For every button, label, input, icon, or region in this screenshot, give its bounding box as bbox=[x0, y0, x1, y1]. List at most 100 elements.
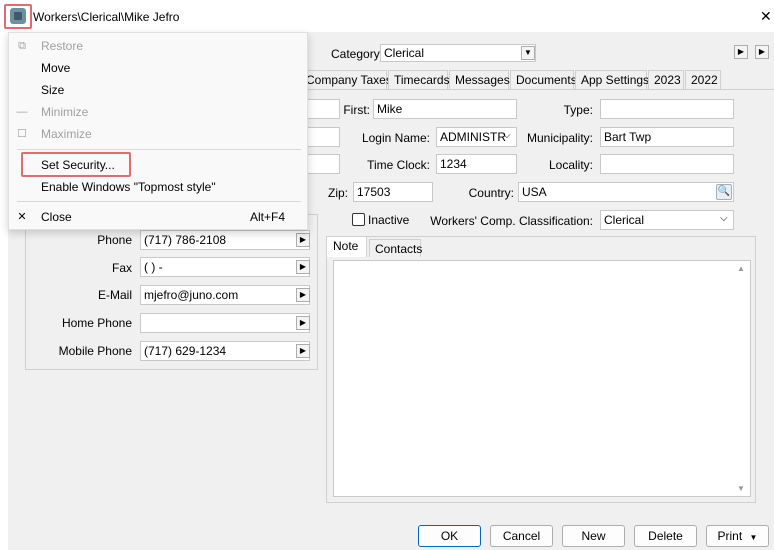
menu-close-shortcut: Alt+F4 bbox=[249, 210, 285, 224]
phone-value: (717) 786-2108 bbox=[144, 233, 227, 247]
email-action-icon[interactable]: ▶ bbox=[296, 288, 310, 302]
municipality-label: Municipality: bbox=[526, 131, 593, 145]
locality-field[interactable] bbox=[600, 154, 734, 174]
first-label: First: bbox=[343, 103, 370, 117]
category-dropdown-icon[interactable]: ▼ bbox=[521, 46, 535, 60]
menu-restore-label: Restore bbox=[41, 39, 84, 53]
menu-topmost[interactable]: Enable Windows "Topmost style" bbox=[9, 177, 309, 197]
homephone-field[interactable] bbox=[140, 313, 310, 333]
print-dropdown-icon: ▼ bbox=[749, 533, 758, 542]
menu-move[interactable]: Move bbox=[9, 58, 309, 78]
email-value: mjefro@juno.com bbox=[144, 288, 239, 302]
type-field[interactable] bbox=[600, 99, 734, 119]
menu-restore[interactable]: ⧉ Restore bbox=[9, 36, 309, 56]
homephone-label: Home Phone bbox=[61, 316, 132, 330]
tab-app-settings[interactable]: App Settings bbox=[575, 70, 649, 90]
print-button[interactable]: Print ▼ bbox=[706, 525, 769, 547]
timeclock-value: 1234 bbox=[440, 157, 467, 171]
mobile-value: (717) 629-1234 bbox=[144, 344, 227, 358]
tab-company-taxes[interactable]: Company Taxes bbox=[300, 70, 392, 90]
inactive-label: Inactive bbox=[368, 213, 410, 227]
close-icon: ✕ bbox=[17, 211, 27, 223]
tab-contacts-label: Contacts bbox=[375, 242, 423, 256]
print-label: Print bbox=[717, 529, 743, 543]
ok-button[interactable]: OK bbox=[418, 525, 481, 547]
minimize-icon: — bbox=[16, 106, 28, 118]
restore-icon: ⧉ bbox=[18, 40, 26, 52]
tab-note[interactable]: Note bbox=[327, 237, 367, 257]
menu-maximize-label: Maximize bbox=[41, 127, 92, 141]
locality-label: Locality: bbox=[548, 158, 593, 172]
scroll-down-icon[interactable]: ▼ bbox=[737, 484, 745, 493]
comp-dropdown-icon[interactable]: ⌵ bbox=[720, 213, 728, 224]
window-close-button[interactable]: ✕ bbox=[760, 8, 772, 25]
fax-field[interactable]: ( ) - bbox=[140, 257, 310, 277]
cancel-button[interactable]: Cancel bbox=[490, 525, 553, 547]
first-value: Mike bbox=[377, 102, 403, 116]
menu-size-label: Size bbox=[41, 83, 65, 97]
country-value: USA bbox=[522, 185, 547, 199]
fax-action-icon[interactable]: ▶ bbox=[296, 260, 310, 274]
zip-value: 17503 bbox=[357, 185, 391, 199]
tab-contacts[interactable]: Contacts bbox=[369, 239, 423, 257]
zip-label: Zip: bbox=[327, 186, 348, 200]
fax-value: ( ) - bbox=[144, 260, 163, 274]
scroll-up-icon[interactable]: ▲ bbox=[737, 264, 745, 273]
menu-close[interactable]: ✕ Close Alt+F4 bbox=[9, 207, 309, 227]
timeclock-field[interactable]: 1234 bbox=[436, 154, 517, 174]
tab-documents[interactable]: Documents bbox=[510, 70, 577, 90]
country-field[interactable]: USA bbox=[518, 182, 734, 202]
tab-note-label: Note bbox=[333, 239, 359, 253]
menu-separator bbox=[17, 149, 301, 150]
delete-button[interactable]: Delete bbox=[634, 525, 697, 547]
first-field[interactable]: Mike bbox=[373, 99, 517, 119]
comp-select[interactable]: Clerical bbox=[600, 210, 734, 230]
tab-messages[interactable]: Messages bbox=[449, 70, 510, 90]
menu-move-label: Move bbox=[41, 61, 71, 75]
email-field[interactable]: mjefro@juno.com bbox=[140, 285, 310, 305]
app-icon-highlight bbox=[4, 4, 32, 29]
category-label: Category: bbox=[331, 47, 384, 61]
last-record-icon[interactable]: ▶ bbox=[755, 45, 769, 59]
comp-value: Clerical bbox=[604, 213, 645, 227]
window-title: Workers\Clerical\Mike Jefro bbox=[33, 10, 180, 24]
menu-size[interactable]: Size bbox=[9, 80, 309, 100]
tab-strip: Company Taxes Timecards Messages Documen… bbox=[300, 70, 770, 90]
phone-action-icon[interactable]: ▶ bbox=[296, 233, 310, 247]
login-value: ADMINISTR bbox=[440, 130, 506, 144]
municipality-value: Bart Twp bbox=[604, 130, 652, 144]
comp-label: Workers' Comp. Classification: bbox=[430, 214, 593, 228]
note-textarea[interactable] bbox=[333, 260, 751, 497]
inactive-checkbox[interactable] bbox=[352, 213, 365, 226]
set-security-highlight bbox=[21, 152, 131, 177]
system-menu: ⧉ Restore Move Size — Minimize ☐ Maximiz… bbox=[8, 32, 308, 230]
tab-2022[interactable]: 2022 bbox=[685, 70, 721, 90]
phone-label: Phone bbox=[97, 233, 132, 247]
menu-minimize-label: Minimize bbox=[41, 105, 89, 119]
zip-field[interactable]: 17503 bbox=[353, 182, 433, 202]
category-value: Clerical bbox=[384, 46, 425, 60]
maximize-icon: ☐ bbox=[17, 128, 27, 140]
category-select[interactable]: Clerical bbox=[380, 44, 536, 62]
next-record-icon[interactable]: ▶ bbox=[734, 45, 748, 59]
tab-2023[interactable]: 2023 bbox=[648, 70, 684, 90]
mobile-label: Mobile Phone bbox=[58, 344, 132, 358]
menu-minimize[interactable]: — Minimize bbox=[9, 102, 309, 122]
login-label: Login Name: bbox=[361, 131, 430, 145]
country-search-icon[interactable]: 🔍 bbox=[716, 184, 732, 200]
country-label: Country: bbox=[468, 186, 514, 200]
tab-timecards[interactable]: Timecards bbox=[388, 70, 450, 90]
timeclock-label: Time Clock: bbox=[367, 158, 430, 172]
phone-field[interactable]: (717) 786-2108 bbox=[140, 230, 310, 250]
menu-topmost-label: Enable Windows "Topmost style" bbox=[41, 180, 216, 194]
new-button[interactable]: New bbox=[562, 525, 625, 547]
homephone-action-icon[interactable]: ▶ bbox=[296, 316, 310, 330]
mobile-field[interactable]: (717) 629-1234 bbox=[140, 341, 310, 361]
municipality-field[interactable]: Bart Twp bbox=[600, 127, 734, 147]
menu-maximize[interactable]: ☐ Maximize bbox=[9, 124, 309, 144]
type-label: Type: bbox=[563, 103, 593, 117]
menu-close-label: Close bbox=[41, 210, 72, 224]
menu-separator bbox=[17, 201, 301, 202]
fax-label: Fax bbox=[111, 261, 132, 275]
mobile-action-icon[interactable]: ▶ bbox=[296, 344, 310, 358]
